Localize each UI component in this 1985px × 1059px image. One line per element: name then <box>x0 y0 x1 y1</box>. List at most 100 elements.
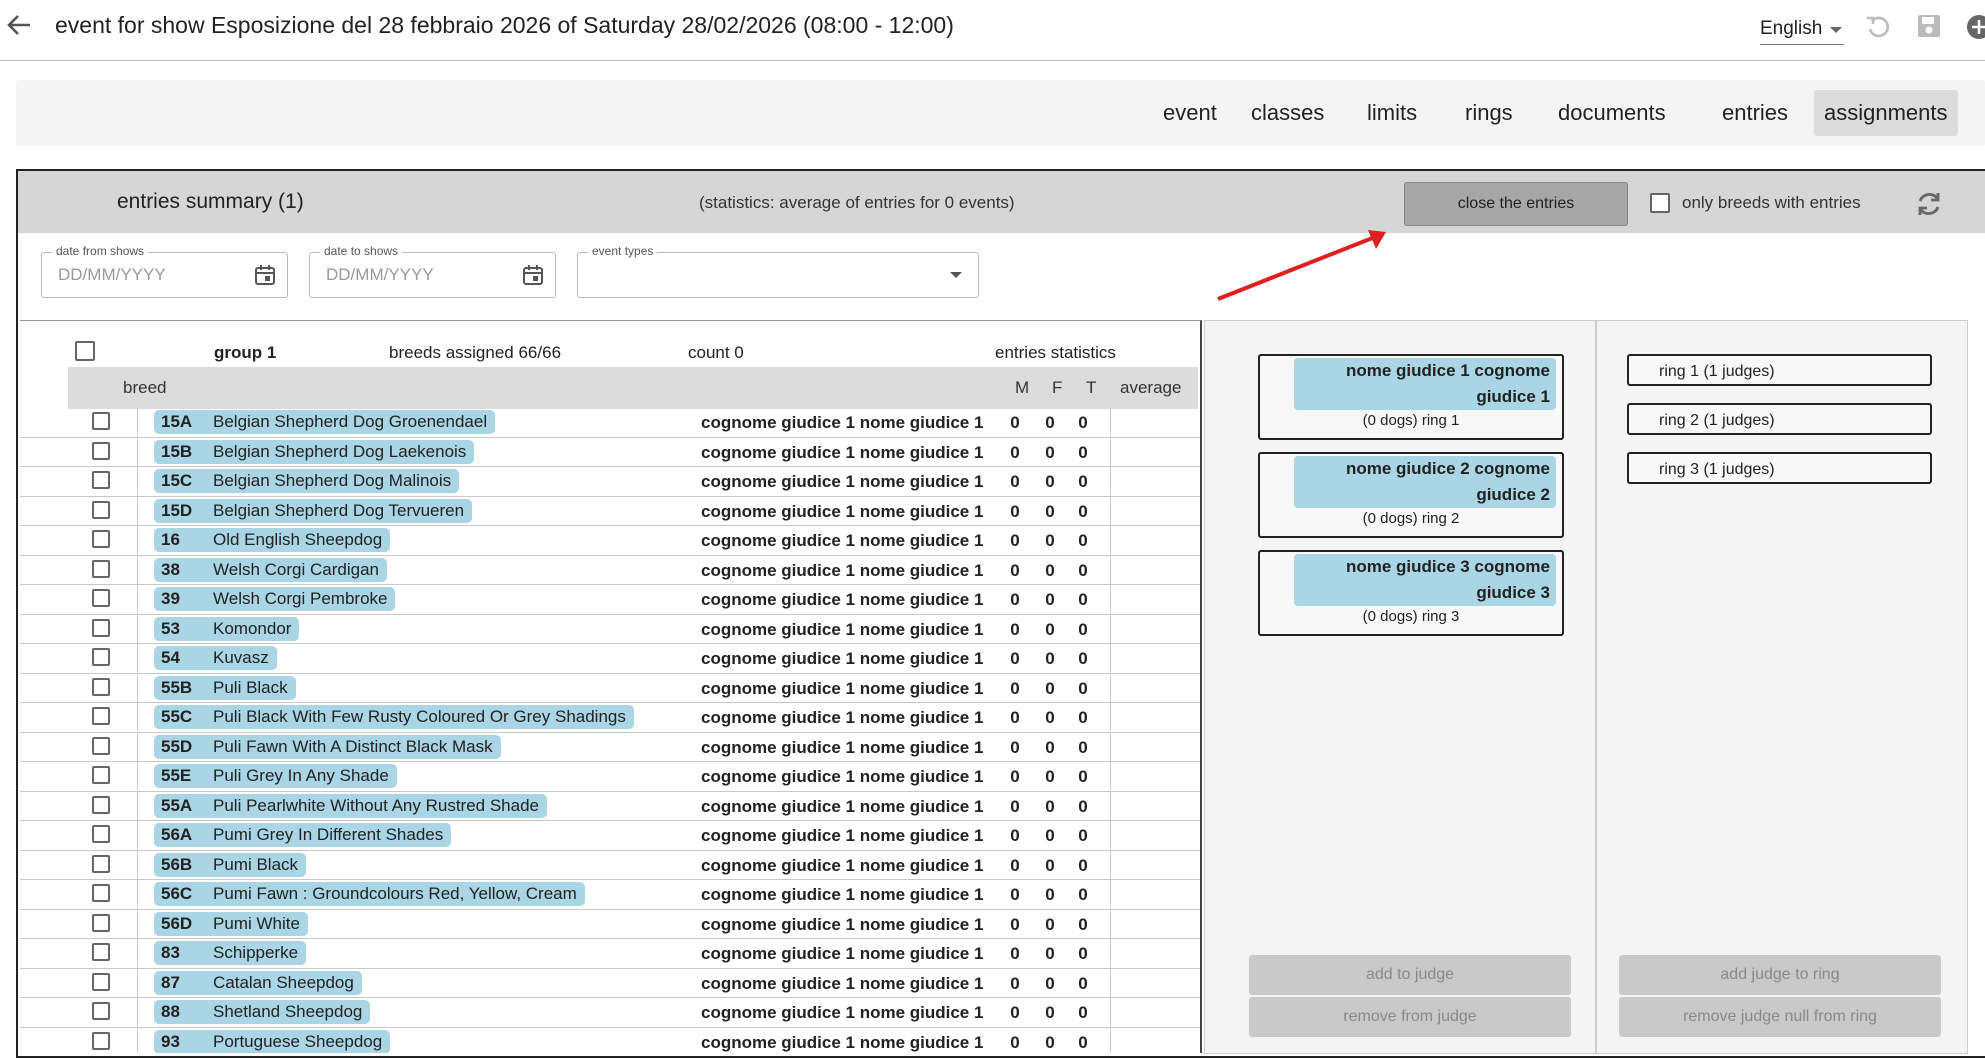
breed-chip[interactable]: 87 Catalan Sheepdog <box>154 970 362 995</box>
row-checkbox[interactable] <box>92 500 110 519</box>
breed-chip[interactable]: 15A Belgian Shepherd Dog Groenendael <box>154 410 496 434</box>
tab-entries[interactable]: entries <box>1712 90 1798 136</box>
row-checkbox[interactable] <box>92 530 110 548</box>
breed-chip[interactable]: 56D Pumi White <box>154 911 308 936</box>
tab-rings[interactable]: rings <box>1455 90 1523 136</box>
refresh-icon[interactable] <box>1915 190 1943 223</box>
table-row[interactable]: 15A Belgian Shepherd Dog Groenendael cogno… <box>20 408 1200 438</box>
table-row[interactable]: 88 Shetland Sheepdog cognome giudice 1 nom… <box>20 998 1200 1028</box>
ring-card[interactable]: ring 1 (1 judges) <box>1627 354 1932 386</box>
row-checkbox[interactable] <box>92 884 110 902</box>
remove-from-judge-button[interactable]: remove from judge <box>1249 997 1571 1037</box>
breed-chip[interactable]: 39 Welsh Corgi Pembroke <box>154 587 396 611</box>
judge-card[interactable]: nome giudice 3 cognome giudice 3 (0 dogs… <box>1258 550 1564 636</box>
table-row[interactable]: 56B Pumi Black cognome giudice 1 nome giud… <box>20 850 1200 880</box>
add-icon[interactable] <box>1965 12 1985 47</box>
table-row[interactable]: 93 Portuguese Sheepdog cognome giudice 1 n… <box>20 1027 1200 1053</box>
table-row[interactable]: 15B Belgian Shepherd Dog Laekenois cognome… <box>20 437 1200 467</box>
row-checkbox[interactable] <box>92 412 110 430</box>
table-row[interactable]: 15D Belgian Shepherd Dog Tervueren cognome… <box>20 496 1200 526</box>
table-row[interactable]: 55E Puli Grey In Any Shade cognome giudice… <box>20 762 1200 792</box>
ring-card[interactable]: ring 2 (1 judges) <box>1627 403 1932 435</box>
breed-chip[interactable]: 55A Puli Pearlwhite Without Any Rustred S… <box>154 793 548 818</box>
table-row[interactable]: 56D Pumi White cognome giudice 1 nome giud… <box>20 909 1200 939</box>
add-judge-to-ring-button[interactable]: add judge to ring <box>1619 955 1941 995</box>
table-row[interactable]: 55B Puli Black cognome giudice 1 nome giud… <box>20 673 1200 703</box>
table-row[interactable]: 53 Komondor cognome giudice 1 nome giudice… <box>20 614 1200 644</box>
breed-chip[interactable]: 55D Puli Fawn With A Distinct Black Mask <box>154 734 501 759</box>
event-types-select[interactable]: event types <box>577 244 979 298</box>
tab-assignments[interactable]: assignments <box>1814 90 1958 136</box>
breed-chip[interactable]: 16 Old English Sheepdog <box>154 528 391 552</box>
breed-chip[interactable]: 54 Kuvasz <box>154 646 277 670</box>
breed-chip[interactable]: 53 Komondor <box>154 616 300 641</box>
table-row[interactable]: 55C Puli Black With Few Rusty Coloured Or… <box>20 703 1200 733</box>
table-row[interactable]: 54 Kuvasz cognome giudice 1 nome giudice 1… <box>20 644 1200 674</box>
only-breeds-checkbox[interactable] <box>1650 193 1670 213</box>
add-to-judge-button[interactable]: add to judge <box>1249 955 1571 995</box>
row-checkbox[interactable] <box>92 913 110 932</box>
calendar-icon[interactable] <box>521 263 545 292</box>
row-checkbox[interactable] <box>92 825 110 843</box>
row-checkbox[interactable] <box>92 1031 110 1050</box>
group-select-all-checkbox[interactable] <box>75 341 95 361</box>
row-checkbox[interactable] <box>92 589 110 607</box>
row-checkbox[interactable] <box>92 559 110 578</box>
row-checkbox[interactable] <box>92 972 110 991</box>
breed-chip[interactable]: 56A Pumi Grey In Different Shades <box>154 823 452 847</box>
row-checkbox[interactable] <box>92 1002 110 1020</box>
row-checkbox[interactable] <box>92 766 110 784</box>
table-row[interactable]: 55D Puli Fawn With A Distinct Black Mask c… <box>20 732 1200 762</box>
row-checkbox[interactable] <box>92 441 110 460</box>
breed-chip[interactable]: 56C Pumi Fawn : Groundcolours Red, Yellow… <box>154 882 585 906</box>
table-row[interactable]: 38 Welsh Corgi Cardigan cognome giudice 1 … <box>20 555 1200 585</box>
row-checkbox[interactable] <box>92 471 110 489</box>
row-checkbox[interactable] <box>92 618 110 637</box>
remove-judge-from-ring-button[interactable]: remove judge null from ring <box>1619 997 1941 1037</box>
table-row[interactable]: 56A Pumi Grey In Different Shades cognome … <box>20 821 1200 851</box>
judge-card[interactable]: nome giudice 1 cognome giudice 1 (0 dogs… <box>1258 354 1564 440</box>
breed-chip[interactable]: 56B Pumi Black <box>154 852 307 877</box>
table-row[interactable]: 83 Schipperke cognome giudice 1 nome giudi… <box>20 939 1200 969</box>
breed-chip[interactable]: 15D Belgian Shepherd Dog Tervueren <box>154 498 473 523</box>
date-from-field[interactable]: date from shows DD/MM/YYYY <box>41 244 288 298</box>
ring-card[interactable]: ring 3 (1 judges) <box>1627 452 1932 484</box>
tab-limits[interactable]: limits <box>1357 90 1427 136</box>
date-to-field[interactable]: date to shows DD/MM/YYYY <box>309 244 556 298</box>
assigned-judge: cognome giudice 1 nome giudice 1 <box>701 501 984 521</box>
table-row[interactable]: 55A Puli Pearlwhite Without Any Rustred S… <box>20 791 1200 821</box>
table-row[interactable]: 16 Old English Sheepdog cognome giudice 1 … <box>20 526 1200 556</box>
close-entries-button[interactable]: close the entries <box>1404 182 1628 226</box>
save-icon[interactable] <box>1915 12 1943 45</box>
breed-code: 56C <box>161 884 193 903</box>
calendar-icon[interactable] <box>253 263 277 292</box>
breed-chip[interactable]: 55B Puli Black <box>154 675 296 700</box>
breed-chip[interactable]: 88 Shetland Sheepdog <box>154 1000 371 1024</box>
undo-icon[interactable] <box>1864 12 1894 47</box>
back-arrow-icon[interactable] <box>4 10 34 47</box>
breed-chip[interactable]: 15B Belgian Shepherd Dog Laekenois <box>154 439 475 464</box>
breed-chip[interactable]: 93 Portuguese Sheepdog <box>154 1029 391 1053</box>
tab-documents[interactable]: documents <box>1548 90 1676 136</box>
judge-card[interactable]: nome giudice 2 cognome giudice 2 (0 dogs… <box>1258 452 1564 538</box>
table-row[interactable]: 15C Belgian Shepherd Dog Malinois cognome … <box>20 467 1200 497</box>
row-checkbox[interactable] <box>92 795 110 814</box>
row-checkbox[interactable] <box>92 707 110 725</box>
tab-classes[interactable]: classes <box>1241 90 1334 136</box>
row-checkbox[interactable] <box>92 677 110 696</box>
breed-chip[interactable]: 15C Belgian Shepherd Dog Malinois <box>154 469 460 493</box>
breed-chip[interactable]: 55E Puli Grey In Any Shade <box>154 764 397 788</box>
breed-chip[interactable]: 83 Schipperke <box>154 941 307 965</box>
table-row[interactable]: 56C Pumi Fawn : Groundcolours Red, Yellow… <box>20 880 1200 910</box>
row-checkbox[interactable] <box>92 854 110 873</box>
language-select[interactable]: English <box>1760 18 1844 45</box>
breed-chip[interactable]: 38 Welsh Corgi Cardigan <box>154 557 387 582</box>
row-checkbox[interactable] <box>92 648 110 666</box>
row-checkbox[interactable] <box>92 943 110 961</box>
row-checkbox[interactable] <box>92 736 110 755</box>
assigned-judge: cognome giudice 1 nome giudice 1 <box>701 590 984 609</box>
table-row[interactable]: 87 Catalan Sheepdog cognome giudice 1 nome… <box>20 968 1200 998</box>
tab-event[interactable]: event <box>1153 90 1227 136</box>
breed-chip[interactable]: 55C Puli Black With Few Rusty Coloured Or… <box>154 705 634 729</box>
table-row[interactable]: 39 Welsh Corgi Pembroke cognome giudice 1 … <box>20 585 1200 615</box>
